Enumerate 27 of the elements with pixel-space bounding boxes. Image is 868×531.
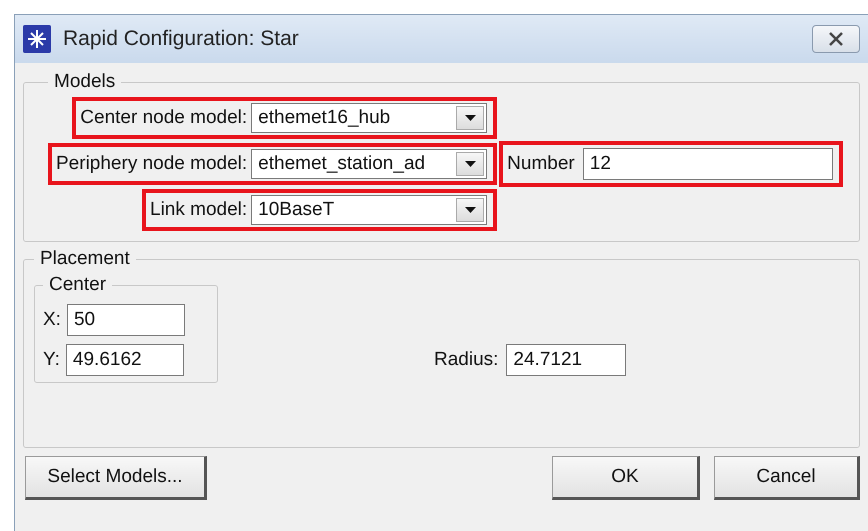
- dropdown-field[interactable]: ethemet16_hub: [251, 103, 488, 133]
- number-field[interactable]: 12: [582, 148, 833, 180]
- star-app-icon: [23, 25, 51, 53]
- dropdown-arrow-icon: [464, 161, 476, 167]
- y-field[interactable]: 49.6162: [66, 344, 184, 376]
- field-label: Center node model:: [80, 107, 248, 129]
- field-label: Radius:: [434, 349, 498, 371]
- field-label: X:: [43, 309, 61, 331]
- field-label: Y:: [43, 349, 60, 371]
- field-label: Link model:: [150, 199, 248, 221]
- window-title: Rapid Configuration: Star: [63, 27, 300, 51]
- close-icon: [828, 32, 844, 46]
- close-button[interactable]: [812, 25, 860, 53]
- field-label: Number: [507, 153, 575, 175]
- dropdown-arrow-icon: [464, 207, 476, 213]
- group-title: Placement: [39, 248, 131, 270]
- ok-button[interactable]: OK: [552, 456, 700, 500]
- x-field[interactable]: 50: [66, 304, 185, 336]
- group-title: Center: [48, 274, 108, 296]
- group-title: Models: [53, 71, 116, 93]
- field-label: Periphery node model:: [56, 153, 248, 175]
- radius-field[interactable]: 24.7121: [506, 344, 626, 376]
- dropdown-field[interactable]: ethemet_station_ad: [251, 149, 488, 179]
- dropdown-arrow-icon: [464, 115, 476, 121]
- dropdown-field[interactable]: 10BaseT: [251, 195, 488, 225]
- cancel-button[interactable]: Cancel: [714, 456, 860, 500]
- select-models-button[interactable]: Select Models...: [25, 456, 207, 500]
